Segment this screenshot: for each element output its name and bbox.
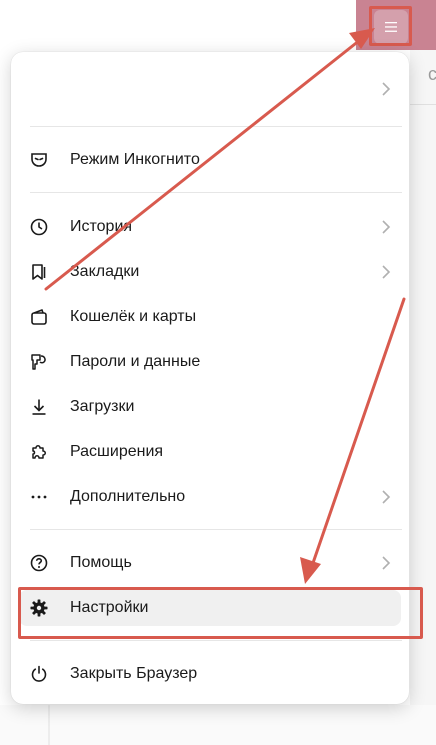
- menu-item-label: Закладки: [70, 263, 140, 280]
- annotation-box-settings: [18, 587, 423, 639]
- menu-item-extensions[interactable]: Расширения: [19, 434, 401, 470]
- help-circle-icon: [29, 553, 49, 573]
- incognito-mask-icon: [29, 150, 49, 170]
- menu-item-label: Закрыть Браузер: [70, 665, 198, 682]
- menu-item-incognito[interactable]: Режим Инкогнито: [19, 142, 401, 178]
- menu-item-label: Пароли и данные: [70, 353, 201, 370]
- key-icon: [29, 352, 49, 372]
- menu-item-bookmarks[interactable]: Закладки: [19, 254, 401, 290]
- download-icon: [29, 397, 49, 417]
- menu-item-label: Помощь: [70, 554, 132, 571]
- menu-divider: [30, 640, 402, 641]
- wallet-icon: [29, 307, 49, 327]
- menu-item-label: Расширения: [70, 443, 164, 460]
- menu-item-label: История: [70, 218, 133, 235]
- clock-history-icon: [29, 217, 49, 237]
- menu-item-history[interactable]: История: [19, 209, 401, 245]
- puzzle-icon: [29, 442, 49, 462]
- menu-item-help[interactable]: Помощь: [19, 545, 401, 581]
- divider: [410, 104, 436, 105]
- chevron-right-icon: [382, 556, 391, 570]
- chevron-right-icon: [382, 265, 391, 279]
- more-dots-icon: [29, 487, 49, 507]
- menu-item-label: Загрузки: [70, 398, 135, 415]
- bookmarks-icon: [29, 262, 49, 282]
- menu-item-label: Кошелёк и карты: [70, 308, 197, 325]
- menu-divider: [30, 529, 402, 530]
- menu-item-wallet[interactable]: Кошелёк и карты: [19, 299, 401, 335]
- menu-item-close-browser[interactable]: Закрыть Браузер: [19, 656, 401, 692]
- page-bottom-area: [0, 705, 436, 745]
- chevron-right-icon: [382, 490, 391, 504]
- chevron-right-icon: [382, 220, 391, 234]
- annotation-box-menu-button: [369, 6, 412, 46]
- menu-item-downloads[interactable]: Загрузки: [19, 389, 401, 425]
- page-partial-glyph: c: [428, 64, 436, 84]
- page-content-strip: [410, 50, 436, 745]
- menu-item-label: Дополнительно: [70, 488, 186, 505]
- chevron-right-icon: [382, 82, 391, 96]
- power-icon: [29, 664, 49, 684]
- menu-divider: [30, 192, 402, 193]
- menu-item-passwords[interactable]: Пароли и данные: [19, 344, 401, 380]
- menu-item-label: Режим Инкогнито: [70, 151, 200, 168]
- menu-divider: [30, 126, 402, 127]
- menu-item-more[interactable]: Дополнительно: [19, 479, 401, 515]
